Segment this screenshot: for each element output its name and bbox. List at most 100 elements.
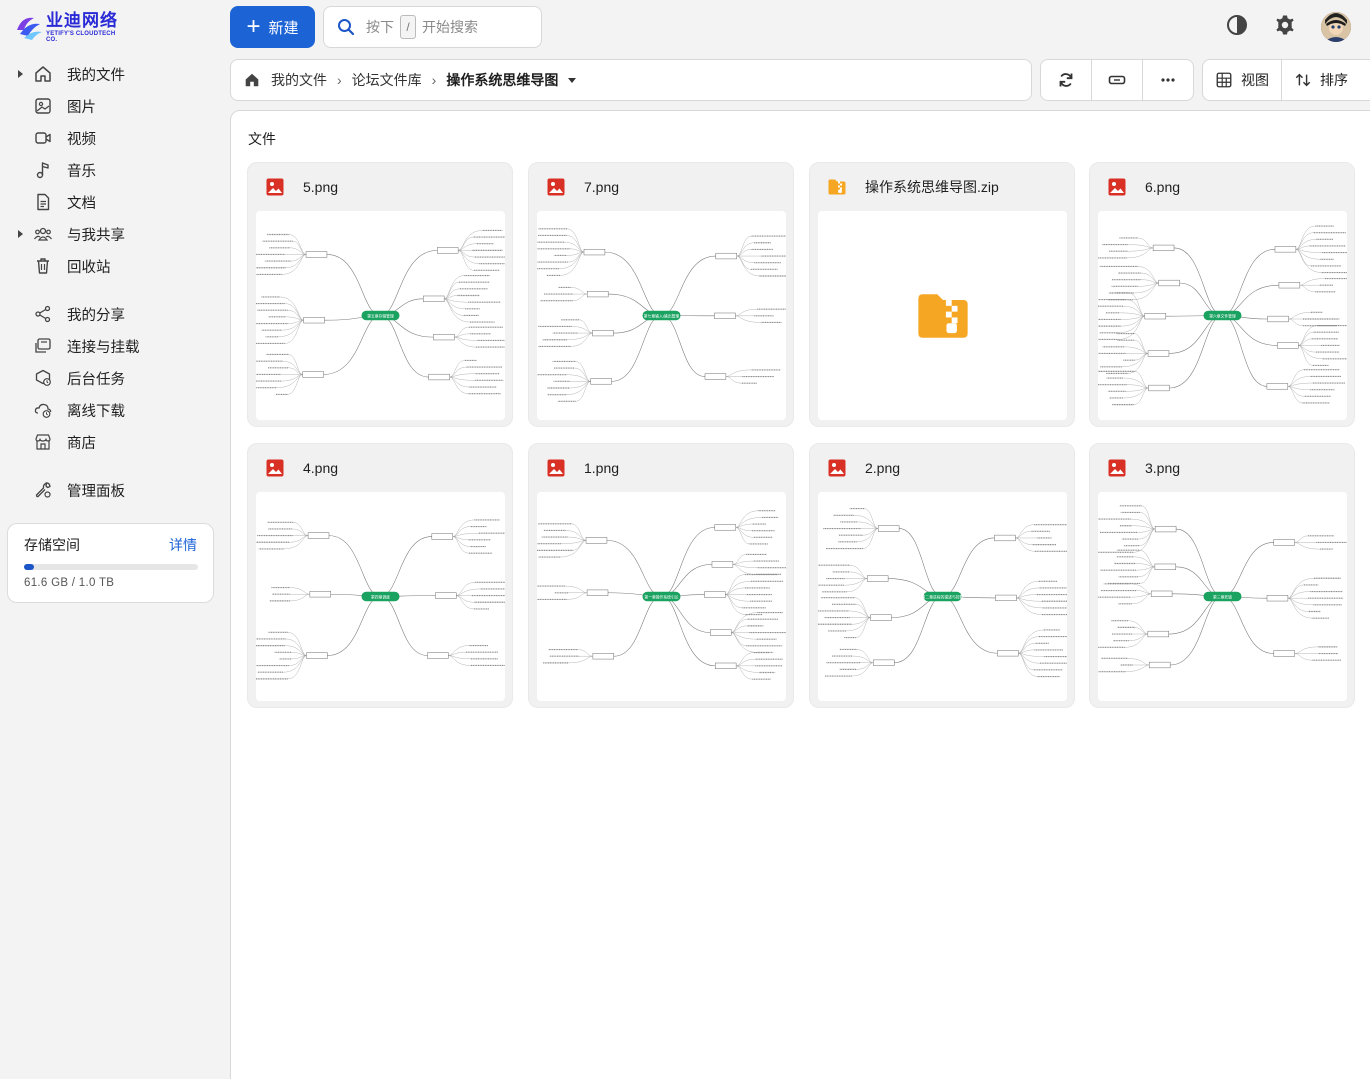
share-icon (35, 305, 51, 323)
dropdown-arrow-icon[interactable] (568, 77, 577, 83)
user-avatar[interactable] (1321, 12, 1351, 42)
file-name: 5.png (303, 179, 339, 195)
search-hint-suffix: 开始搜索 (422, 19, 478, 35)
file-card-header: 6.png (1090, 163, 1354, 211)
file-card[interactable]: 6.png 第六章文件管理 (1089, 162, 1355, 427)
image-file-icon (266, 459, 284, 477)
more-options-button[interactable] (1143, 60, 1193, 100)
expand-caret-icon[interactable] (18, 230, 23, 238)
file-thumbnail (818, 211, 1067, 420)
sidebar-item-label: 图片 (67, 99, 96, 116)
file-thumbnail: 第六章文件管理 (1098, 211, 1347, 420)
file-thumbnail: 第四章调度 (256, 492, 505, 701)
search-icon (338, 19, 355, 36)
storage-usage-text: 61.6 GB / 1.0 TB (24, 577, 115, 589)
storage-title: 存储空间 (24, 537, 80, 553)
expand-caret-icon[interactable] (18, 70, 23, 78)
chevron-right-icon: › (337, 72, 342, 88)
settings-gear-icon[interactable] (1273, 13, 1297, 37)
sidebar-item-music[interactable]: 音乐 (0, 154, 225, 186)
plus-icon: + (246, 13, 261, 40)
mindmap-center-label: 第二章进程的描述与控制 (922, 594, 964, 599)
sidebar-item-my-shares[interactable]: 我的分享 (0, 298, 225, 330)
files-section-title: 文件 (248, 131, 276, 147)
file-card-header: 4.png (248, 444, 512, 492)
cloud-download-icon (34, 403, 52, 418)
search-box[interactable]: 按下 / 开始搜索 (323, 6, 542, 48)
refresh-button[interactable] (1041, 60, 1092, 100)
brand-logo[interactable]: 业迪网络 YETIFY'S CLOUDTECH CO. (14, 10, 124, 44)
mindmap-center-label: 第七章输入/输出管理 (644, 313, 680, 318)
sidebar-item-label: 离线下载 (67, 403, 125, 420)
file-card[interactable]: 7.png 第七章输入/输出管理 (528, 162, 794, 427)
sidebar-item-label: 我的分享 (67, 307, 125, 324)
theme-toggle-icon[interactable] (1225, 13, 1249, 37)
sidebar-item-label: 文档 (67, 195, 96, 212)
home-icon[interactable] (243, 71, 261, 89)
view-sort-group: 视图 排序 (1202, 59, 1370, 101)
file-thumbnail: 第七章输入/输出管理 (537, 211, 786, 420)
sidebar-item-images[interactable]: 图片 (0, 90, 225, 122)
view-button[interactable]: 视图 (1203, 60, 1282, 100)
file-name: 6.png (1145, 179, 1181, 195)
file-name: 1.png (584, 460, 620, 476)
action-button-group (1040, 59, 1194, 101)
file-card-header: 3.png (1090, 444, 1354, 492)
sidebar-item-connections[interactable]: 连接与挂载 (0, 330, 225, 362)
breadcrumb-item-my-files[interactable]: 我的文件 (271, 70, 327, 90)
sidebar-item-videos[interactable]: 视频 (0, 122, 225, 154)
connect-icon (35, 338, 51, 353)
sidebar-item-label: 我的文件 (67, 67, 125, 84)
file-card-header: 操作系统思维导图.zip (810, 163, 1074, 211)
sort-button[interactable]: 排序 (1282, 60, 1360, 100)
trash-icon (37, 258, 49, 274)
select-mode-button[interactable] (1092, 60, 1143, 100)
file-name: 7.png (584, 179, 620, 195)
sidebar-item-offline-download[interactable]: 离线下载 (0, 394, 225, 426)
archive-file-icon (828, 179, 846, 195)
mindmap-image: 第七章输入/输出管理 (537, 228, 786, 402)
mindmap-center-label: 第六章文件管理 (1209, 313, 1236, 318)
sidebar-item-label: 音乐 (67, 163, 96, 180)
breadcrumb-item-forum-library[interactable]: 论坛文件库 (352, 70, 422, 90)
file-name: 3.png (1145, 460, 1181, 476)
wrench-icon (35, 482, 51, 498)
sidebar-item-shared-with-me[interactable]: 与我共享 (0, 218, 225, 250)
sidebar-item-my-files[interactable]: 我的文件 (0, 58, 225, 90)
mindmap-center-label: 第五章存储管理 (367, 313, 394, 318)
file-card[interactable]: 4.png 第四章调度 (247, 443, 513, 708)
image-icon (35, 98, 51, 114)
file-card-header: 5.png (248, 163, 512, 211)
sidebar-item-documents[interactable]: 文档 (0, 186, 225, 218)
storage-details-link[interactable]: 详情 (169, 535, 197, 555)
storage-progress-fill (24, 564, 35, 570)
mindmap-center-label: 第四章调度 (371, 594, 390, 599)
mindmap-image: 第五章存储管理 (256, 229, 505, 395)
search-hint-prefix: 按下 (366, 19, 394, 35)
file-card[interactable]: 5.png 第五章存储管理 (247, 162, 513, 427)
breadcrumb: 我的文件 › 论坛文件库 › 操作系统思维导图 (230, 59, 1032, 101)
file-card[interactable]: 1.png 第一章操作系统引论 (528, 443, 794, 708)
sidebar-item-store[interactable]: 商店 (0, 426, 225, 458)
sidebar-item-label: 视频 (67, 131, 96, 148)
file-thumbnail: 第二章进程的描述与控制 (818, 492, 1067, 701)
file-card[interactable]: 2.png 第二章进程的描述与控制 (809, 443, 1075, 708)
sidebar-item-admin-panel[interactable]: 管理面板 (0, 474, 225, 506)
breadcrumb-current-folder[interactable]: 操作系统思维导图 (446, 70, 558, 90)
tasks-icon (35, 369, 51, 386)
file-card[interactable]: 操作系统思维导图.zip (809, 162, 1075, 427)
sidebar-item-background-tasks[interactable]: 后台任务 (0, 362, 225, 394)
new-button[interactable]: + 新建 (230, 6, 315, 48)
image-file-icon (1108, 178, 1126, 196)
sidebar-item-trash[interactable]: 回收站 (0, 250, 225, 282)
file-thumbnail: 第五章存储管理 (256, 211, 505, 420)
sidebar-item-label: 商店 (67, 435, 96, 452)
mindmap-center-label: 第一章操作系统引论 (644, 594, 678, 599)
storage-progress-bar (24, 564, 198, 570)
file-name: 2.png (865, 460, 901, 476)
video-icon (35, 132, 51, 144)
file-card[interactable]: 3.png 第三章死锁 (1089, 443, 1355, 708)
chevron-right-icon: › (431, 72, 437, 88)
sidebar-item-label: 后台任务 (67, 371, 125, 388)
sidebar-nav: 我的文件 图片 视频 音乐 文档 与我共享 回收站 我的分享 连接与挂载 后台任… (0, 58, 225, 506)
